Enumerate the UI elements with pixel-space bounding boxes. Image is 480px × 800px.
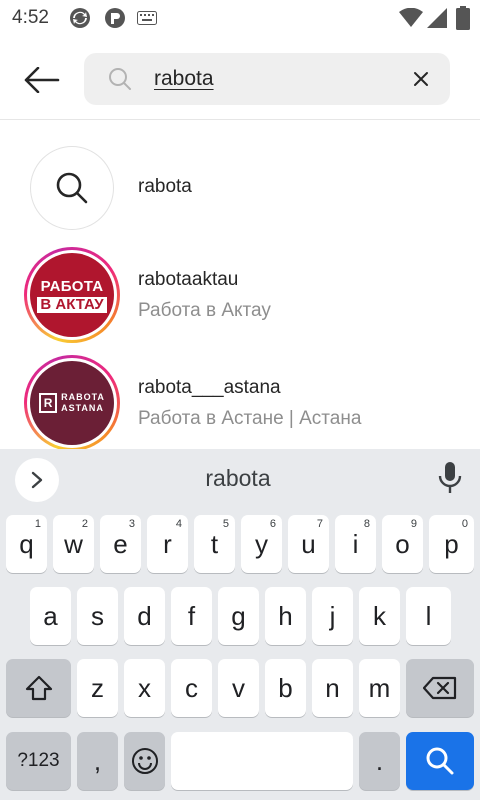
expand-toolbar-button[interactable] [15,458,59,502]
result-fullname: Работа в Актау [138,300,271,321]
sync-icon [70,8,90,28]
search-icon [56,172,88,204]
app-icon [105,8,125,28]
emoji-icon [131,748,158,774]
emoji-key[interactable] [124,732,165,790]
key-d[interactable]: d [124,587,165,645]
arrow-left-icon [24,67,60,93]
key-p[interactable]: p0 [429,515,474,573]
search-input[interactable] [154,63,404,95]
key-g[interactable]: g [218,587,259,645]
query-icon-circle [30,146,114,230]
key-b[interactable]: b [265,659,306,717]
avatar: РАБОТА В АКТАУ [30,253,114,337]
key-j[interactable]: j [312,587,353,645]
avatar-text: RABOTA [61,392,105,402]
avatar: R RABOTA ASTANA [30,361,114,445]
key-k[interactable]: k [359,587,400,645]
key-e[interactable]: e3 [100,515,141,573]
key-f[interactable]: f [171,587,212,645]
key-x[interactable]: x [124,659,165,717]
signal-icon [427,8,447,28]
chevron-right-icon [31,471,43,489]
period-key[interactable]: . [359,732,400,790]
key-w[interactable]: w2 [53,515,94,573]
avatar-text: ASTANA [61,403,104,413]
key-a[interactable]: a [30,587,71,645]
suggestion-bar: rabota [0,449,480,509]
word-suggestion[interactable]: rabota [140,465,336,492]
result-username: rabotaaktau [138,269,239,290]
status-bar: 4:52 [0,0,480,36]
symbols-key[interactable]: ?123 [6,732,71,790]
search-header [0,36,480,120]
avatar-text: В АКТАУ [37,296,107,313]
key-n[interactable]: n [312,659,353,717]
key-m[interactable]: m [359,659,400,717]
avatar-logo-mark: R [39,393,58,413]
mic-icon[interactable] [436,461,464,495]
story-ring: РАБОТА В АКТАУ [24,247,120,343]
status-time: 4:52 [12,7,49,28]
result-username: rabota___astana [138,377,281,398]
key-y[interactable]: y6 [241,515,282,573]
key-s[interactable]: s [77,587,118,645]
key-c[interactable]: c [171,659,212,717]
key-q[interactable]: q1 [6,515,47,573]
key-t[interactable]: t5 [194,515,235,573]
shift-icon [25,675,52,701]
account-result-rabota-astana[interactable]: R RABOTA ASTANA rabota___astana Работа в… [0,355,480,455]
avatar-text: РАБОТА [40,277,104,295]
search-enter-key[interactable] [406,732,474,790]
key-l[interactable]: l [406,587,451,645]
search-icon [109,68,131,90]
result-fullname: Работа в Астане | Астана [138,408,362,429]
backspace-icon [423,676,457,700]
result-title: rabota [138,176,192,197]
battery-icon [456,6,470,30]
back-button[interactable] [20,60,64,100]
backspace-key[interactable] [406,659,474,717]
soft-keyboard: rabota q1 w2 e3 r4 t5 y6 u7 i8 o9 p0 a s… [0,449,480,800]
key-v[interactable]: v [218,659,259,717]
close-icon[interactable] [410,68,432,90]
shift-key[interactable] [6,659,71,717]
account-result-rabotaaktau[interactable]: РАБОТА В АКТАУ rabotaaktau Работа в Акта… [0,247,480,347]
comma-key[interactable]: , [77,732,118,790]
keyboard-icon [137,11,157,25]
key-h[interactable]: h [265,587,306,645]
space-key[interactable] [171,732,353,790]
key-r[interactable]: r4 [147,515,188,573]
key-o[interactable]: o9 [382,515,423,573]
story-ring: R RABOTA ASTANA [24,355,120,451]
search-icon [426,747,454,775]
key-u[interactable]: u7 [288,515,329,573]
wifi-icon [399,8,423,27]
key-i[interactable]: i8 [335,515,376,573]
search-box[interactable] [84,53,450,105]
search-query-result[interactable]: rabota [0,138,480,238]
key-z[interactable]: z [77,659,118,717]
